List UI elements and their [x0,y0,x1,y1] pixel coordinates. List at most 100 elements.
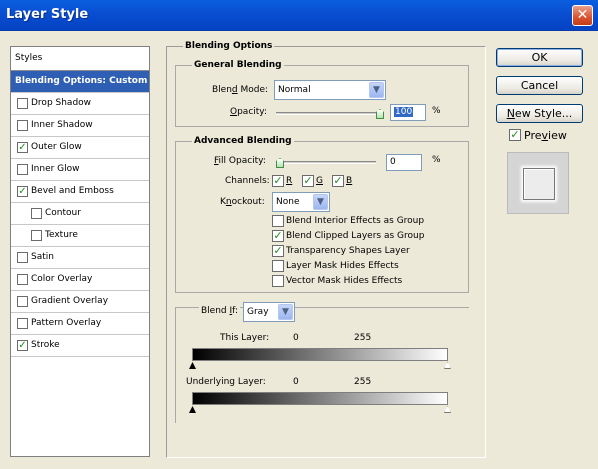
channel-g-label: G [316,176,323,186]
style-checkbox[interactable]: ✓ [17,340,28,351]
underlying-layer-black-marker[interactable] [189,406,196,413]
preview-swatch [523,168,555,200]
style-item-gradient-overlay[interactable]: Gradient Overlay [11,291,149,313]
blending-options-panel: Blending Options General Blending Blend … [166,41,486,458]
style-item-contour[interactable]: Contour [11,203,149,225]
close-icon: ✕ [576,7,589,23]
fill-opacity-label: Fill Opacity: [214,156,266,166]
option-blend-interior-effects-as-group-checkbox[interactable] [272,215,284,227]
style-checkbox[interactable] [17,252,28,263]
knockout-select[interactable]: None ▼ [272,192,330,212]
ok-button[interactable]: OK [496,48,583,67]
style-item-label: Stroke [31,340,60,350]
option-label: Blend Interior Effects as Group [286,216,425,226]
this-layer-white-marker[interactable] [444,362,451,369]
style-item-drop-shadow[interactable]: Drop Shadow [11,93,149,115]
style-item-stroke[interactable]: ✓ Stroke [11,335,149,357]
blend-if-label: Blend If: [199,306,241,316]
style-item-inner-shadow[interactable]: Inner Shadow [11,115,149,137]
channel-r-checkbox[interactable]: ✓ [272,175,284,187]
opacity-slider-thumb[interactable] [376,109,384,119]
style-checkbox[interactable] [17,296,28,307]
knockout-value: None [276,197,300,207]
blend-mode-value: Normal [278,85,311,95]
this-layer-min: 0 [293,333,299,343]
option-blend-clipped-layers-as-group-checkbox[interactable]: ✓ [272,230,284,242]
style-checkbox[interactable] [17,318,28,329]
fill-opacity-value: 0 [390,157,396,167]
style-item-label: Drop Shadow [31,98,92,108]
style-item-label: Blending Options: Custom [15,76,148,86]
blending-options-title: Blending Options [183,41,275,51]
chevron-down-icon: ▼ [313,194,328,210]
style-item-texture[interactable]: Texture [11,225,149,247]
this-layer-max: 255 [354,333,372,343]
underlying-layer-max: 255 [354,377,372,387]
style-item-label: Contour [45,208,81,218]
style-item-label: Outer Glow [31,142,82,152]
opacity-input[interactable]: 100 [390,104,426,121]
style-checkbox[interactable] [31,230,42,241]
chevron-down-icon: ▼ [278,304,293,320]
advanced-blending-group: Advanced Blending Fill Opacity: 0 % Chan… [175,136,469,293]
new-style-button[interactable]: New Style... [496,104,583,123]
style-item-color-overlay[interactable]: Color Overlay [11,269,149,291]
style-item-satin[interactable]: Satin [11,247,149,269]
channel-r-label: R [286,176,293,186]
style-item-inner-glow[interactable]: Inner Glow [11,159,149,181]
style-checkbox[interactable]: ✓ [17,142,28,153]
preview-thumbnail [507,152,569,214]
style-item-label: Satin [31,252,54,262]
option-label: Blend Clipped Layers as Group [286,231,425,241]
underlying-layer-label: Underlying Layer: [186,377,266,387]
style-item-label: Inner Glow [31,164,80,174]
this-layer-black-marker[interactable] [189,362,196,369]
window-title: Layer Style [6,7,89,22]
opacity-slider-track[interactable] [276,112,384,115]
style-item-pattern-overlay[interactable]: Pattern Overlay [11,313,149,335]
style-items: Blending Options: Custom Drop Shadow Inner… [11,71,149,357]
blend-if-group: Blend If: Gray ▼ This Layer: 0 255 Under… [175,302,469,423]
style-checkbox[interactable] [17,98,28,109]
underlying-layer-white-marker[interactable] [444,406,451,413]
style-item-bevel-and-emboss[interactable]: ✓ Bevel and Emboss [11,181,149,203]
style-item-label: Inner Shadow [31,120,93,130]
cancel-button[interactable]: Cancel [496,76,583,95]
style-item-blending-options-custom[interactable]: Blending Options: Custom [11,71,149,93]
channel-b-label: B [346,176,353,186]
style-item-label: Gradient Overlay [31,296,109,306]
style-checkbox[interactable]: ✓ [17,186,28,197]
option-vector-mask-hides-effects-checkbox[interactable] [272,275,284,287]
opacity-label: Opacity: [230,107,268,117]
preview-checkbox[interactable]: ✓ [509,129,521,141]
style-checkbox[interactable] [17,120,28,131]
title-bar: Layer Style ✕ [0,0,598,31]
style-item-label: Bevel and Emboss [31,186,114,196]
blend-mode-label: Blend Mode: [212,85,269,95]
option-transparency-shapes-layer-checkbox[interactable]: ✓ [272,245,284,257]
blend-if-select[interactable]: Gray ▼ [243,302,295,322]
option-layer-mask-hides-effects-checkbox[interactable] [272,260,284,272]
close-button[interactable]: ✕ [572,5,593,26]
option-label: Layer Mask Hides Effects [286,261,399,271]
channel-b-checkbox[interactable]: ✓ [332,175,344,187]
channels-label: Channels: [225,176,270,186]
opacity-unit: % [432,106,441,116]
style-item-outer-glow[interactable]: ✓ Outer Glow [11,137,149,159]
fill-opacity-input[interactable]: 0 [386,154,422,171]
style-checkbox[interactable] [17,274,28,285]
style-item-label: Texture [45,230,78,240]
channel-g-checkbox[interactable]: ✓ [302,175,314,187]
style-checkbox[interactable] [31,208,42,219]
knockout-label: Knockout: [220,197,265,207]
general-blending-group: General Blending Blend Mode: Normal ▼ Op… [175,60,469,127]
general-blending-title: General Blending [192,60,284,70]
blend-mode-select[interactable]: Normal ▼ [274,80,386,100]
style-checkbox[interactable] [17,164,28,175]
fill-opacity-slider-track[interactable] [276,161,376,164]
fill-opacity-slider-thumb[interactable] [276,158,284,168]
this-layer-gradient [192,348,448,361]
underlying-layer-gradient [192,392,448,405]
opacity-value: 100 [394,107,414,117]
styles-header[interactable]: Styles [11,47,149,71]
